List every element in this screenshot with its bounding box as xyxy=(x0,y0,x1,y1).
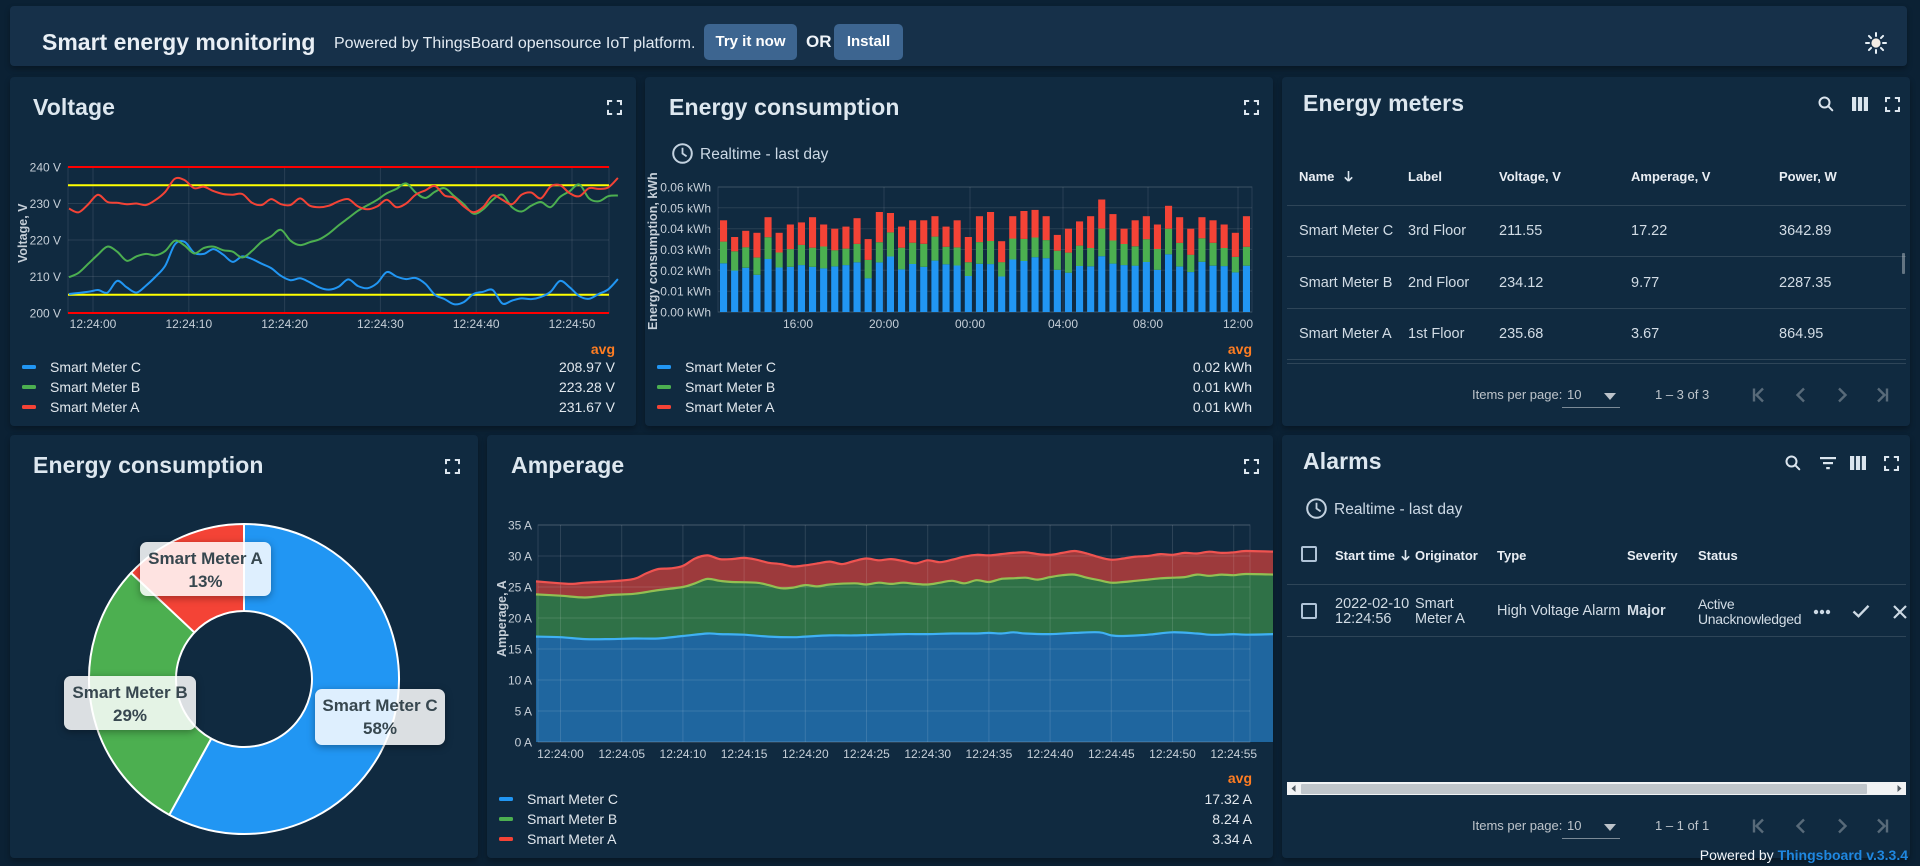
svg-text:0.00 kWh: 0.00 kWh xyxy=(660,306,711,320)
svg-text:30 A: 30 A xyxy=(508,550,532,564)
svg-text:04:00: 04:00 xyxy=(1048,317,1078,331)
svg-text:20 A: 20 A xyxy=(508,612,532,626)
svg-text:0.06 kWh: 0.06 kWh xyxy=(660,181,711,195)
svg-text:12:24:00: 12:24:00 xyxy=(537,747,584,761)
svg-text:12:24:10: 12:24:10 xyxy=(660,747,707,761)
svg-text:0.01 kWh: 0.01 kWh xyxy=(660,285,711,299)
svg-text:12:24:50: 12:24:50 xyxy=(549,317,596,331)
svg-text:0.05 kWh: 0.05 kWh xyxy=(660,201,711,215)
svg-text:0 A: 0 A xyxy=(515,736,532,750)
svg-text:220 V: 220 V xyxy=(30,234,61,248)
svg-text:12:24:40: 12:24:40 xyxy=(1027,747,1074,761)
svg-text:12:00: 12:00 xyxy=(1223,317,1253,331)
svg-text:15 A: 15 A xyxy=(508,643,532,657)
svg-text:0.03 kWh: 0.03 kWh xyxy=(660,243,711,257)
svg-text:12:24:45: 12:24:45 xyxy=(1088,747,1135,761)
svg-text:12:24:15: 12:24:15 xyxy=(721,747,768,761)
svg-text:0.04 kWh: 0.04 kWh xyxy=(660,222,711,236)
svg-text:12:24:55: 12:24:55 xyxy=(1210,747,1257,761)
svg-text:12:24:05: 12:24:05 xyxy=(598,747,645,761)
svg-text:25 A: 25 A xyxy=(508,581,532,595)
svg-text:16:00: 16:00 xyxy=(783,317,813,331)
svg-text:00:00: 00:00 xyxy=(955,317,985,331)
svg-text:12:24:25: 12:24:25 xyxy=(843,747,890,761)
svg-text:12:24:40: 12:24:40 xyxy=(453,317,500,331)
svg-text:12:24:30: 12:24:30 xyxy=(904,747,951,761)
svg-text:240 V: 240 V xyxy=(30,161,61,175)
svg-text:0.02 kWh: 0.02 kWh xyxy=(660,264,711,278)
svg-text:12:24:00: 12:24:00 xyxy=(70,317,117,331)
svg-text:10 A: 10 A xyxy=(508,674,532,688)
svg-text:12:24:20: 12:24:20 xyxy=(261,317,308,331)
svg-text:12:24:20: 12:24:20 xyxy=(782,747,829,761)
svg-text:200 V: 200 V xyxy=(30,307,61,321)
svg-text:12:24:10: 12:24:10 xyxy=(165,317,212,331)
svg-text:12:24:30: 12:24:30 xyxy=(357,317,404,331)
svg-text:20:00: 20:00 xyxy=(869,317,899,331)
svg-text:12:24:50: 12:24:50 xyxy=(1149,747,1196,761)
svg-text:5 A: 5 A xyxy=(515,705,532,719)
svg-text:210 V: 210 V xyxy=(30,270,61,284)
svg-text:35 A: 35 A xyxy=(508,519,532,533)
svg-text:08:00: 08:00 xyxy=(1133,317,1163,331)
svg-text:230 V: 230 V xyxy=(30,197,61,211)
svg-text:12:24:35: 12:24:35 xyxy=(966,747,1013,761)
